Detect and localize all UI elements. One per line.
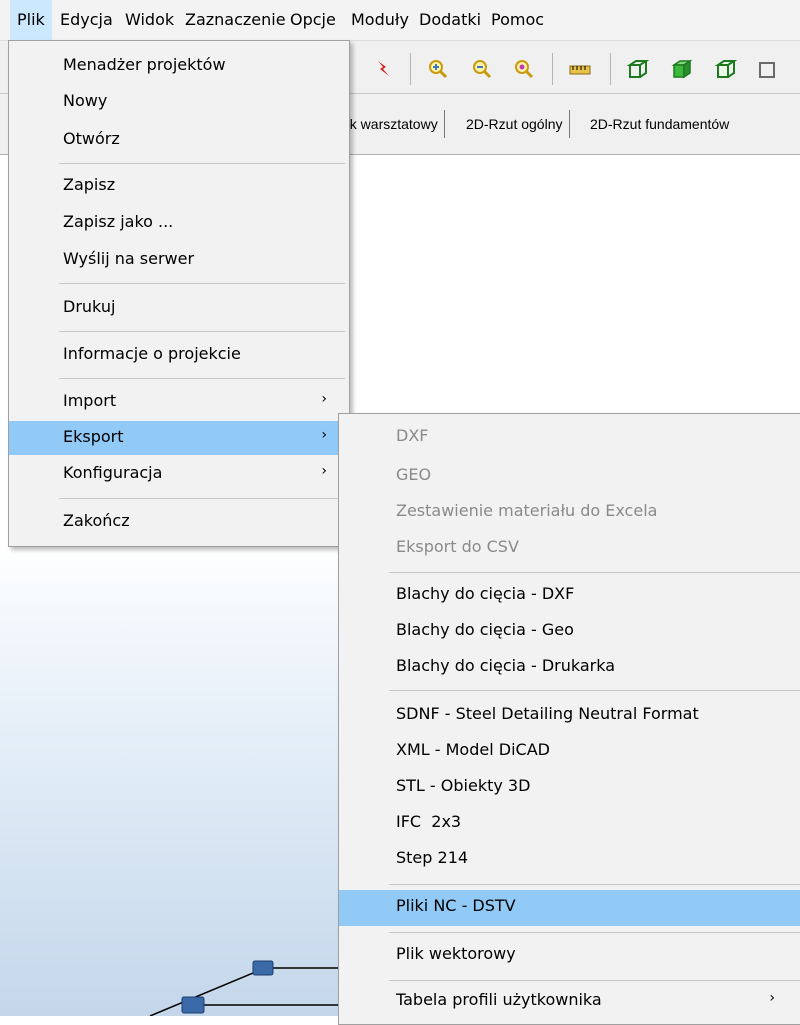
menu-item-wyslij-na-serwer[interactable]: Wyślij na serwer <box>9 249 349 277</box>
zoom-out-icon[interactable] <box>470 57 494 81</box>
chevron-right-icon: › <box>321 463 327 479</box>
menu-bar: Plik Edycja Widok Zaznaczenie Opcje Modu… <box>0 0 800 41</box>
menu-item-geo: GEO <box>396 465 432 484</box>
menu-item-step[interactable]: Step 214 <box>339 848 800 876</box>
menu-dodatki[interactable]: Dodatki <box>412 0 488 40</box>
menu-item-eksport[interactable]: Eksport › <box>9 421 349 455</box>
node-marker <box>252 960 274 976</box>
menu-plik[interactable]: Plik <box>10 0 52 40</box>
menu-item-pliki-nc-dstv[interactable]: Pliki NC - DSTV <box>339 890 800 926</box>
file-menu: Menadżer projektów Nowy Otwórz Zapisz Za… <box>8 40 350 547</box>
menu-item-zestawienie-materialu: Zestawienie materiału do Excela <box>396 501 658 520</box>
menu-item-zakoncz[interactable]: Zakończ <box>9 511 349 539</box>
menu-item-informacje-o-projekcie[interactable]: Informacje o projekcie <box>9 344 349 372</box>
menu-item-zapisz-jako[interactable]: Zapisz jako ... <box>9 212 349 240</box>
chevron-right-icon: › <box>321 391 327 407</box>
cube-wireframe-icon[interactable] <box>626 57 650 81</box>
menu-item-nowy[interactable]: Nowy <box>9 91 349 119</box>
menu-item-konfiguracja[interactable]: Konfiguracja › <box>9 463 349 491</box>
menu-item-otworz[interactable]: Otwórz <box>9 129 349 157</box>
chevron-right-icon: › <box>769 990 775 1006</box>
menu-item-blachy-geo[interactable]: Blachy do cięcia - Geo <box>339 620 800 648</box>
menu-item-blachy-drukarka[interactable]: Blachy do cięcia - Drukarka <box>339 656 800 684</box>
ruler-icon[interactable] <box>568 57 592 81</box>
export-submenu: DXF GEO Zestawienie materiału do Excela … <box>338 413 800 1025</box>
zoom-in-icon[interactable] <box>426 57 450 81</box>
menu-item-ifc[interactable]: IFC 2x3 <box>339 812 800 840</box>
menu-item-dxf: DXF <box>396 426 429 445</box>
menu-item-import[interactable]: Import › <box>9 391 349 419</box>
menu-item-xml-dicad[interactable]: XML - Model DiCAD <box>339 740 800 768</box>
menu-item-stl[interactable]: STL - Obiekty 3D <box>339 776 800 804</box>
menu-moduly[interactable]: Moduły <box>344 0 416 40</box>
menu-item-tabela-profili[interactable]: Tabela profili użytkownika › <box>339 990 800 1018</box>
tab-2d-rzut-ogolny[interactable]: 2D-Rzut ogólny <box>460 110 570 138</box>
tab-rysunek-warsztatowy[interactable]: ek warsztatowy <box>336 110 445 138</box>
cube-hidden-lines-icon[interactable] <box>714 57 738 81</box>
node-marker <box>181 996 205 1014</box>
redo-arrow-icon[interactable] <box>372 57 396 81</box>
menu-opcje[interactable]: Opcje <box>283 0 343 40</box>
chevron-right-icon: › <box>321 427 327 443</box>
cube-solid-icon[interactable] <box>670 57 694 81</box>
menu-item-drukuj[interactable]: Drukuj <box>9 297 349 325</box>
cube-shaded-icon[interactable] <box>758 57 782 81</box>
menu-item-zapisz[interactable]: Zapisz <box>9 175 349 203</box>
menu-widok[interactable]: Widok <box>118 0 181 40</box>
zoom-window-icon[interactable] <box>512 57 536 81</box>
tab-2d-rzut-fundamentow[interactable]: 2D-Rzut fundamentów <box>584 110 735 138</box>
menu-item-blachy-dxf[interactable]: Blachy do cięcia - DXF <box>339 584 800 612</box>
menu-zaznaczenie[interactable]: Zaznaczenie <box>178 0 293 40</box>
menu-item-menadzer-projektow[interactable]: Menadżer projektów <box>9 55 349 83</box>
menu-item-plik-wektorowy[interactable]: Plik wektorowy <box>339 944 800 972</box>
menu-edycja[interactable]: Edycja <box>53 0 120 40</box>
menu-item-eksport-csv: Eksport do CSV <box>396 537 519 556</box>
menu-item-sdnf[interactable]: SDNF - Steel Detailing Neutral Format <box>339 704 800 732</box>
menu-pomoc[interactable]: Pomoc <box>484 0 551 40</box>
